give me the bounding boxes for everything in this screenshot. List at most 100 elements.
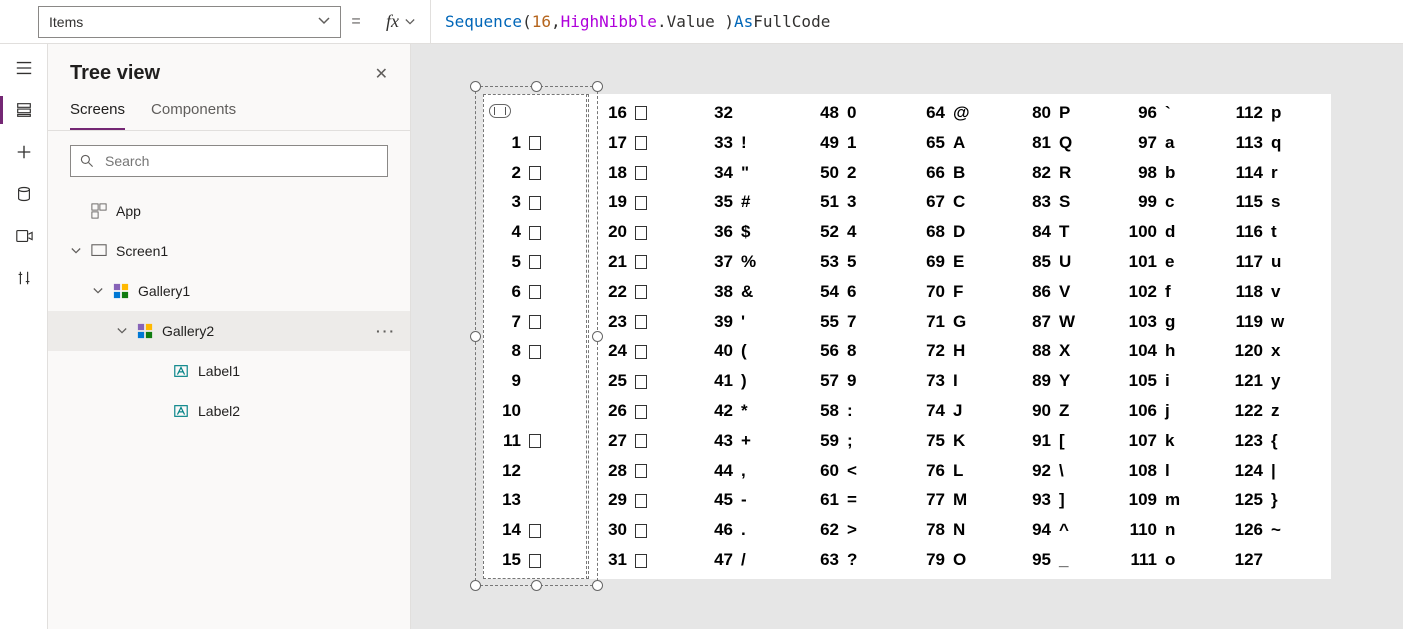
gallery-cell[interactable]: 44, — [695, 456, 801, 486]
gallery-cell[interactable]: 31 — [589, 545, 695, 575]
gallery-cell[interactable]: 97a — [1119, 128, 1225, 158]
gallery-cell[interactable]: 513 — [801, 187, 907, 217]
gallery-cell[interactable]: 20 — [589, 217, 695, 247]
gallery-cell[interactable]: 66B — [907, 158, 1013, 188]
horizontal-scrollbar[interactable] — [489, 104, 583, 118]
fx-button[interactable]: fx — [371, 0, 431, 43]
gallery-cell[interactable]: 93] — [1013, 486, 1119, 516]
gallery-cell[interactable]: 102f — [1119, 277, 1225, 307]
gallery-column[interactable]: 80P81Q82R83S84T85U86V87W88X89Y90Z91[92\9… — [1013, 94, 1119, 579]
gallery-cell[interactable]: 579 — [801, 366, 907, 396]
data-icon[interactable] — [14, 184, 34, 204]
gallery-cell[interactable]: 2 — [483, 158, 589, 188]
gallery-cell[interactable]: 23 — [589, 307, 695, 337]
gallery-column[interactable]: 0123456789101112131415 — [483, 94, 589, 579]
gallery-cell[interactable]: 94^ — [1013, 515, 1119, 545]
gallery-cell[interactable]: 40( — [695, 337, 801, 367]
gallery-cell[interactable]: 121y — [1225, 366, 1331, 396]
resize-handle[interactable] — [592, 81, 603, 92]
gallery-cell[interactable]: 106j — [1119, 396, 1225, 426]
search-input[interactable] — [70, 145, 388, 177]
gallery-cell[interactable]: 98b — [1119, 158, 1225, 188]
gallery-cell[interactable]: 63? — [801, 545, 907, 575]
property-dropdown[interactable]: Items — [38, 6, 341, 38]
gallery-cell[interactable]: 122z — [1225, 396, 1331, 426]
gallery-cell[interactable]: 69E — [907, 247, 1013, 277]
gallery-cell[interactable]: 76L — [907, 456, 1013, 486]
gallery-cell[interactable]: 502 — [801, 158, 907, 188]
chevron-down-icon[interactable] — [92, 286, 104, 296]
resize-handle[interactable] — [592, 580, 603, 591]
gallery-cell[interactable]: 108l — [1119, 456, 1225, 486]
gallery-column[interactable]: 64@65A66B67C68D69E70F71G72H73I74J75K76L7… — [907, 94, 1013, 579]
gallery-cell[interactable]: 115s — [1225, 187, 1331, 217]
gallery-cell[interactable]: 109m — [1119, 486, 1225, 516]
gallery-cell[interactable]: 9 — [483, 366, 589, 396]
canvas[interactable]: 0123456789101112131415161718192021222324… — [411, 44, 1403, 629]
gallery-cell[interactable]: 1 — [483, 128, 589, 158]
gallery-cell[interactable]: 104h — [1119, 337, 1225, 367]
gallery-cell[interactable]: 39' — [695, 307, 801, 337]
gallery-cell[interactable]: 123{ — [1225, 426, 1331, 456]
gallery-cell[interactable]: 18 — [589, 158, 695, 188]
resize-handle[interactable] — [531, 580, 542, 591]
gallery-cell[interactable]: 113q — [1225, 128, 1331, 158]
gallery-column[interactable]: 48049150251352453554655756857958:59;60<6… — [801, 94, 907, 579]
gallery-cell[interactable]: 6 — [483, 277, 589, 307]
gallery-cell[interactable]: 28 — [589, 456, 695, 486]
gallery-cell[interactable]: 72H — [907, 337, 1013, 367]
gallery-cell[interactable]: 100d — [1119, 217, 1225, 247]
gallery-cell[interactable]: 557 — [801, 307, 907, 337]
gallery-cell[interactable]: 64@ — [907, 98, 1013, 128]
gallery-cell[interactable]: 491 — [801, 128, 907, 158]
gallery-cell[interactable]: 58: — [801, 396, 907, 426]
gallery-cell[interactable]: 10 — [483, 396, 589, 426]
resize-handle[interactable] — [470, 580, 481, 591]
tab-components[interactable]: Components — [151, 95, 236, 130]
gallery-cell[interactable]: 65A — [907, 128, 1013, 158]
gallery-cell[interactable]: 41) — [695, 366, 801, 396]
gallery-cell[interactable]: 12 — [483, 456, 589, 486]
tree-node-gallery2[interactable]: Gallery2··· — [48, 311, 410, 351]
gallery-cell[interactable]: 33! — [695, 128, 801, 158]
gallery-cell[interactable]: 83S — [1013, 187, 1119, 217]
gallery-cell[interactable]: 127 — [1225, 545, 1331, 575]
gallery-cell[interactable]: 535 — [801, 247, 907, 277]
gallery-cell[interactable]: 70F — [907, 277, 1013, 307]
resize-handle[interactable] — [470, 81, 481, 92]
gallery-cell[interactable]: 125} — [1225, 486, 1331, 516]
gallery-cell[interactable]: 13 — [483, 486, 589, 516]
resize-handle[interactable] — [531, 81, 542, 92]
gallery-cell[interactable]: 480 — [801, 98, 907, 128]
gallery-cell[interactable]: 24 — [589, 337, 695, 367]
gallery-cell[interactable]: 88X — [1013, 337, 1119, 367]
gallery-cell[interactable]: 62> — [801, 515, 907, 545]
gallery-cell[interactable]: 112p — [1225, 98, 1331, 128]
gallery-cell[interactable]: 26 — [589, 396, 695, 426]
gallery-cell[interactable]: 85U — [1013, 247, 1119, 277]
gallery-cell[interactable]: 91[ — [1013, 426, 1119, 456]
gallery-cell[interactable]: 110n — [1119, 515, 1225, 545]
gallery-cell[interactable]: 30 — [589, 515, 695, 545]
gallery-cell[interactable]: 78N — [907, 515, 1013, 545]
gallery-cell[interactable]: 126~ — [1225, 515, 1331, 545]
gallery-cell[interactable]: 5 — [483, 247, 589, 277]
gallery-cell[interactable]: 4 — [483, 217, 589, 247]
gallery-cell[interactable]: 86V — [1013, 277, 1119, 307]
gallery-cell[interactable]: 21 — [589, 247, 695, 277]
gallery-cell[interactable]: 81Q — [1013, 128, 1119, 158]
tree-node-label2[interactable]: Label2 — [48, 391, 410, 431]
gallery-cell[interactable]: 87W — [1013, 307, 1119, 337]
gallery-column[interactable]: 96`97a98b99c100d101e102f103g104h105i106j… — [1119, 94, 1225, 579]
scrollbar-thumb[interactable] — [489, 104, 511, 118]
gallery-cell[interactable]: 27 — [589, 426, 695, 456]
tree-node-gallery1[interactable]: Gallery1 — [48, 271, 410, 311]
gallery-cell[interactable]: 7 — [483, 307, 589, 337]
gallery-cell[interactable]: 35# — [695, 187, 801, 217]
gallery-cell[interactable]: 22 — [589, 277, 695, 307]
gallery-cell[interactable]: 84T — [1013, 217, 1119, 247]
gallery-cell[interactable]: 36$ — [695, 217, 801, 247]
tree-view-icon[interactable] — [14, 100, 34, 120]
gallery-cell[interactable]: 38& — [695, 277, 801, 307]
gallery-cell[interactable]: 77M — [907, 486, 1013, 516]
